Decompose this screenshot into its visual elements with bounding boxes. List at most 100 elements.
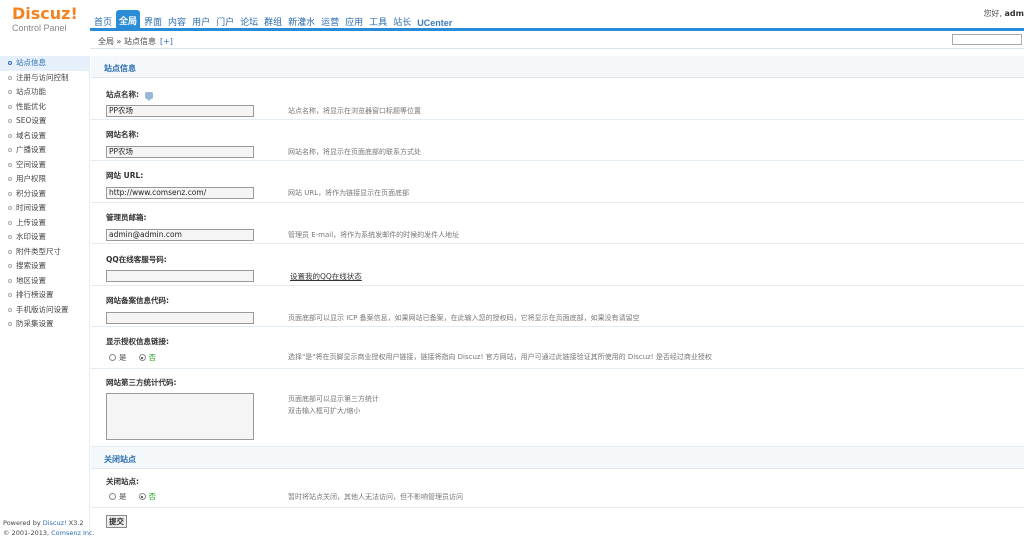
row-web-name: 网站名称: PP农场 网站名称，将显示在页面底部的联系方式处 [91,120,1024,161]
section-header-close-site: 关闭站点 [91,447,1024,469]
bullet-icon [8,322,12,326]
stats-textarea[interactable] [106,393,254,440]
qq-label: QQ在线客服号码: [106,255,167,264]
bullet-icon [8,162,12,167]
bullet-icon [8,307,12,312]
web-name-hint: 网站名称，将显示在页面底部的联系方式处 [288,148,421,156]
close-site-radio-group: 是 否 [109,491,168,502]
footer: Powered by Discuz! X3.2 © 2001-2013, Com… [3,518,95,538]
powered-prefix: Powered by [3,519,43,527]
close-yes-radio[interactable] [109,493,116,500]
sidebar-item-14[interactable]: 搜索设置 [0,259,89,274]
sidebar-item-8[interactable]: 用户权限 [0,172,89,187]
stats-hint-1: 页面底部可以显示第三方统计 [288,395,379,403]
bullet-icon [8,133,12,138]
sidebar-item-1[interactable]: 注册与访问控制 [0,71,89,86]
sidebar-item-9[interactable]: 积分设置 [0,187,89,202]
close-no-label: 否 [148,492,157,501]
sidebar-item-4[interactable]: SEO设置 [0,114,89,129]
sidebar-item-2[interactable]: 站点功能 [0,85,89,100]
license-no-radio[interactable] [138,354,146,361]
bullet-icon [8,220,12,225]
search-input[interactable] [952,34,1022,45]
sidebar-item-3[interactable]: 性能优化 [0,100,89,115]
sidebar-item-18[interactable]: 防采集设置 [0,317,89,332]
bullet-icon [8,177,12,181]
section-header-site-info: 站点信息 [91,56,1024,78]
sidebar-item-12[interactable]: 水印设置 [0,230,89,245]
bullet-icon [8,278,12,283]
user-greeting: 您好, adm [983,8,1024,19]
row-web-url: 网站 URL: http://www.comsenz.com/ 网站 URL，将… [91,161,1024,203]
logo-main-text: Discuz [12,4,71,23]
license-yes-radio[interactable] [109,354,116,361]
powered-version: X3.2 [66,519,84,527]
qq-status-link[interactable]: 设置我的QQ在线状态 [290,271,362,282]
icp-label: 网站备案信息代码: [106,296,169,305]
bullet-icon [8,264,12,268]
icp-hint: 页面底部可以显示 ICP 备案信息，如果网站已备案，在此输入您的授权码，它将显示… [288,314,640,322]
row-stats: 网站第三方统计代码: 页面底部可以显示第三方统计 双击输入框可扩大/缩小 [91,369,1024,447]
sidebar-item-0[interactable]: 站点信息 [0,56,89,71]
web-name-label: 网站名称: [106,130,139,139]
row-license: 显示授权信息链接: 是 否 选择"是"将在页脚显示商业授权用户链接，链接将指向 … [91,327,1024,369]
submit-button[interactable]: 提交 [106,515,127,528]
sidebar-item-label: 防采集设置 [16,319,54,328]
sidebar-item-label: 排行榜设置 [16,290,54,299]
web-url-field[interactable]: http://www.comsenz.com/ [106,187,254,199]
sidebar-item-label: 手机版访问设置 [16,304,69,314]
add-shortcut-link[interactable]: [+] [160,37,173,46]
sidebar-item-label: SEO设置 [16,116,47,125]
bullet-icon [8,61,12,65]
stats-hint-2: 双击输入框可扩大/缩小 [288,407,361,415]
sidebar-item-label: 广播设置 [16,145,46,154]
bullet-icon [8,90,12,94]
copyright-brand-link[interactable]: Comsenz Inc. [51,529,95,537]
web-name-field[interactable]: PP农场 [106,146,254,158]
license-label: 显示授权信息链接: [106,337,169,346]
sidebar-item-label: 站点信息 [16,58,46,67]
sidebar-item-11[interactable]: 上传设置 [0,216,89,231]
section-title-close-site: 关闭站点 [104,455,136,464]
close-site-hint: 暂时将站点关闭，其他人无法访问，但不影响管理员访问 [288,493,463,501]
greeting-prefix: 您好, [983,9,1002,18]
sidebar-item-15[interactable]: 地区设置 [0,274,89,289]
sidebar-item-17[interactable]: 手机版访问设置 [0,303,89,318]
greeting-user[interactable]: adm [1005,9,1024,18]
close-no-radio[interactable] [138,493,146,500]
sidebar-item-label: 注册与访问控制 [16,72,69,82]
sidebar-menu: 站点信息注册与访问控制 站点功能性能优化 SEO设置域名设置 广播设置空间设置 用户权限… [0,56,90,537]
license-no-label: 否 [148,353,157,362]
bullet-icon [8,119,12,123]
site-name-label: 站点名称: [106,89,153,101]
logo-exclaim: ! [70,4,78,23]
icp-field[interactable] [106,312,254,324]
admin-email-hint: 管理员 E-mail，将作为系统发邮件的时候的发件人地址 [288,231,460,239]
row-qq: QQ在线客服号码: 设置我的QQ在线状态 [91,244,1024,286]
row-site-name: 站点名称: PP农场 站点名称，将显示在浏览器窗口标题等位置 [91,79,1024,120]
row-close-site: 关闭站点: 是 否 暂时将站点关闭，其他人无法访问，但不影响管理员访问 [91,469,1024,508]
sidebar-item-13[interactable]: 附件类型尺寸 [0,245,89,260]
sidebar-item-10[interactable]: 时间设置 [0,201,89,216]
powered-brand-link[interactable]: Discuz! [43,519,67,527]
license-hint: 选择"是"将在页脚显示商业授权用户链接，链接将指向 Discuz! 官方网站，用… [288,353,712,361]
sidebar-item-label: 站点功能 [16,87,46,96]
sidebar-item-label: 时间设置 [16,203,46,212]
main-content: 站点信息 站点名称: PP农场 站点名称，将显示在浏览器窗口标题等位置 网站名称… [91,49,1024,537]
sidebar-item-5[interactable]: 域名设置 [0,129,89,144]
admin-email-field[interactable]: admin@admin.com [106,229,254,241]
bullet-icon [8,104,12,109]
site-name-field[interactable]: PP农场 [106,105,254,117]
sidebar-item-label: 性能优化 [16,101,46,111]
sidebar-item-label: 水印设置 [16,232,46,241]
discuz-logo[interactable]: Discuz! Control Panel [12,6,92,34]
sidebar-item-16[interactable]: 排行榜设置 [0,288,89,303]
row-admin-email: 管理员邮箱: admin@admin.com 管理员 E-mail，将作为系统发… [91,203,1024,244]
logo-subtitle: Control Panel [12,23,67,33]
comment-icon[interactable] [145,91,153,101]
sidebar-item-7[interactable]: 空间设置 [0,158,89,173]
qq-field[interactable] [106,270,254,282]
sidebar-item-6[interactable]: 广播设置 [0,143,89,158]
license-radio-group: 是 否 [109,352,168,363]
bullet-icon [8,249,12,254]
